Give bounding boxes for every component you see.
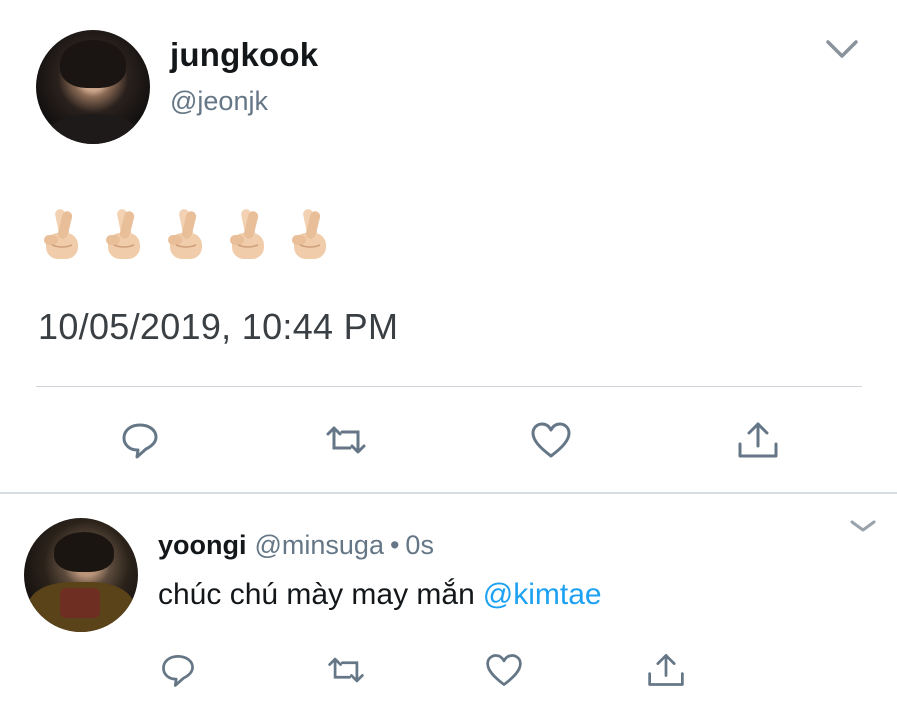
share-icon[interactable] (736, 418, 780, 462)
user-handle[interactable]: @jeonjk (170, 86, 268, 117)
display-name[interactable]: yoongi (158, 530, 247, 560)
crossed-fingers-emoji (102, 205, 146, 263)
separator-dot: • (389, 530, 400, 560)
avatar-hair (60, 40, 126, 88)
user-handle[interactable]: @minsuga (255, 530, 384, 560)
tweet-timestamp[interactable]: 10/05/2019, 10:44 PM (38, 306, 398, 348)
retweet-icon[interactable] (324, 418, 368, 462)
crossed-fingers-emoji (288, 205, 332, 263)
reply-text: chúc chú mày may mắn @kimtae (158, 578, 602, 612)
avatar-scarf (60, 588, 100, 618)
like-icon[interactable] (484, 650, 524, 690)
reply-header: yoongi @minsuga • 0s (158, 530, 434, 561)
crossed-fingers-emoji (40, 205, 84, 263)
tweet-emoji-content (40, 204, 332, 264)
reply-body: chúc chú mày may mắn (158, 578, 475, 611)
display-name[interactable]: jungkook (170, 36, 318, 74)
crossed-fingers-emoji (226, 205, 270, 263)
avatar-shirt (46, 114, 140, 144)
main-tweet: jungkook @jeonjk 10/05/2019, 10:44 PM (0, 0, 897, 492)
reply-icon[interactable] (118, 418, 162, 462)
section-divider (0, 492, 897, 494)
mention-link[interactable]: @kimtae (483, 578, 602, 611)
reply-icon[interactable] (158, 650, 198, 690)
chevron-down-icon[interactable] (822, 34, 862, 62)
share-icon[interactable] (646, 650, 686, 690)
crossed-fingers-emoji (164, 205, 208, 263)
divider (36, 386, 862, 387)
avatar[interactable] (24, 518, 138, 632)
tweet-detail-page: jungkook @jeonjk 10/05/2019, 10:44 PM yo… (0, 0, 897, 720)
chevron-down-icon[interactable] (848, 516, 878, 536)
retweet-icon[interactable] (326, 650, 366, 690)
tweet-time[interactable]: 0s (405, 530, 434, 560)
avatar[interactable] (36, 30, 150, 144)
like-icon[interactable] (529, 418, 573, 462)
avatar-hair (54, 532, 114, 572)
